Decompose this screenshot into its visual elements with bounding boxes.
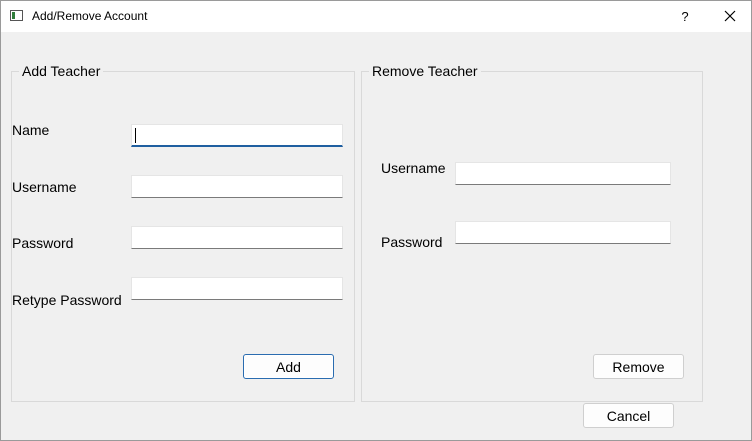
name-input[interactable] <box>131 124 343 147</box>
title-bar[interactable]: Add/Remove Account ? <box>1 1 751 32</box>
help-button[interactable]: ? <box>673 5 697 27</box>
username-input[interactable] <box>131 175 343 198</box>
remove-teacher-title: Remove Teacher <box>369 63 481 79</box>
username-label: Username <box>12 179 77 195</box>
remove-username-label: Username <box>381 160 446 176</box>
remove-teacher-group: Remove Teacher Username Password Remove <box>361 63 703 402</box>
remove-password-label: Password <box>381 234 443 250</box>
add-button[interactable]: Add <box>243 354 334 379</box>
remove-password-input[interactable] <box>455 221 671 244</box>
remove-button[interactable]: Remove <box>593 354 684 379</box>
password-label: Password <box>12 235 74 251</box>
text-caret <box>135 128 136 143</box>
name-label: Name <box>12 122 50 138</box>
add-teacher-group: Add Teacher Name Username Password Retyp… <box>11 63 355 402</box>
app-window-icon <box>10 10 23 21</box>
help-icon: ? <box>681 8 689 24</box>
retype-password-input[interactable] <box>131 277 343 300</box>
cancel-button[interactable]: Cancel <box>583 403 674 428</box>
close-icon <box>724 10 736 22</box>
remove-username-input[interactable] <box>455 162 671 185</box>
add-remove-account-dialog: Add/Remove Account ? Add Teacher Name Us… <box>0 0 752 441</box>
add-teacher-title: Add Teacher <box>19 63 104 79</box>
window-title: Add/Remove Account <box>32 9 148 23</box>
close-button[interactable] <box>718 5 742 27</box>
password-input[interactable] <box>131 226 343 249</box>
retype-password-label: Retype Password <box>12 292 122 308</box>
